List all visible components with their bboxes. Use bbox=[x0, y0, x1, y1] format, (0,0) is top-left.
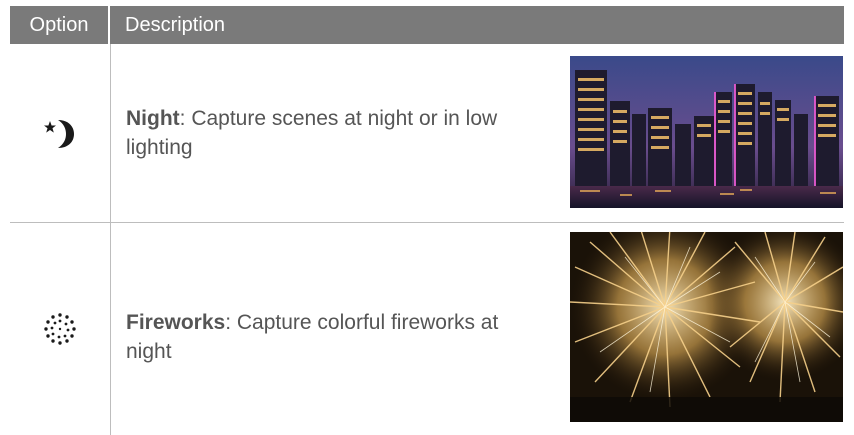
description-cell: Night: Capture scenes at night or in low… bbox=[126, 104, 546, 162]
option-name: Night bbox=[126, 107, 180, 130]
option-column-header: Option bbox=[10, 6, 110, 44]
night-mode-icon bbox=[44, 120, 74, 148]
table-row-night: Night: Capture scenes at night or in low… bbox=[10, 44, 844, 222]
option-description: : Capture scenes at night or in low ligh… bbox=[126, 107, 498, 159]
table-row-fireworks: Fireworks: Capture colorful fireworks at… bbox=[10, 223, 844, 435]
description-cell: Fireworks: Capture colorful fireworks at… bbox=[126, 308, 546, 366]
fireworks-photo bbox=[570, 232, 843, 422]
table-header: Option Description bbox=[10, 6, 844, 44]
option-cell bbox=[10, 223, 110, 435]
option-cell bbox=[10, 44, 110, 222]
fireworks-mode-icon bbox=[44, 313, 76, 345]
option-name: Fireworks bbox=[126, 311, 226, 334]
description-column-header: Description bbox=[125, 13, 226, 36]
night-city-skyline-photo bbox=[570, 56, 843, 208]
scene-mode-table: Option Description Night: Capture scenes… bbox=[0, 0, 854, 435]
